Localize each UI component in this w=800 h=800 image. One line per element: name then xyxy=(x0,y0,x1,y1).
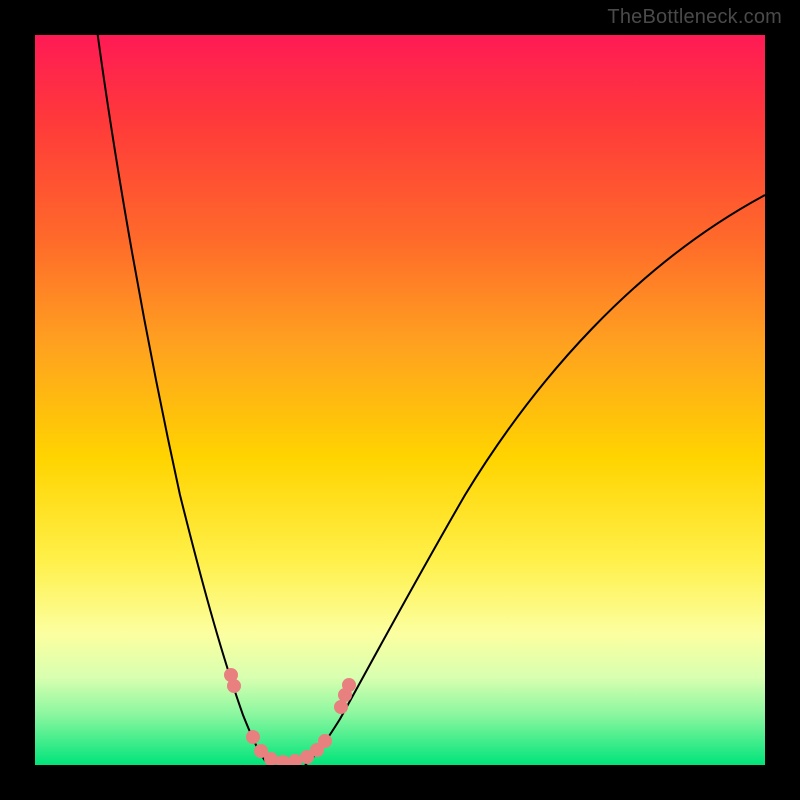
marker-dot xyxy=(334,700,348,714)
marker-dot xyxy=(246,730,260,744)
marker-dot xyxy=(227,679,241,693)
left-curve xyxy=(95,35,275,765)
curves-svg xyxy=(35,35,765,765)
marker-dot xyxy=(276,755,290,765)
right-curve xyxy=(305,195,765,765)
marker-dot xyxy=(342,678,356,692)
watermark-text: TheBottleneck.com xyxy=(607,6,782,29)
plot-area xyxy=(35,35,765,765)
marker-dot xyxy=(318,734,332,748)
chart-frame: TheBottleneck.com xyxy=(0,0,800,800)
marker-dot xyxy=(288,754,302,765)
